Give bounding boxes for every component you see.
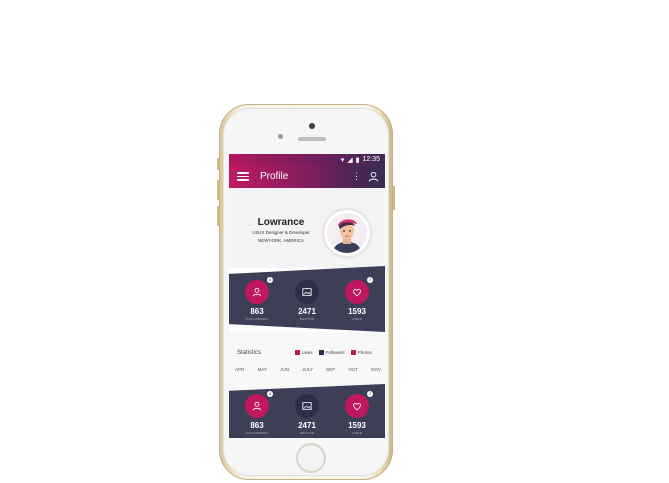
app-screen: ▾ ◢ ▮ 12:35 Profile ⋮ Lowrance UI/UX Des… bbox=[229, 154, 385, 438]
profile-name: Lowrance bbox=[257, 217, 305, 228]
legend-swatch bbox=[350, 350, 356, 355]
photos-label: PHOTOS bbox=[299, 431, 315, 435]
sensor bbox=[278, 134, 283, 139]
stat-followers[interactable]: 4 863 FOLLOWERS bbox=[237, 391, 277, 435]
stats-panel-top: 4 863 FOLLOWERS 2471 PHOTOS 7 1593 LIKES bbox=[229, 266, 385, 332]
more-vert-icon[interactable]: ⋮ bbox=[352, 171, 361, 182]
avatar-illustration bbox=[327, 213, 367, 253]
profile-header: Lowrance UI/UX Designer & Developer NEWY… bbox=[229, 188, 385, 268]
avatar[interactable] bbox=[324, 210, 370, 256]
user-icon bbox=[252, 401, 262, 411]
home-button[interactable] bbox=[296, 443, 326, 473]
likes-circle: 7 bbox=[345, 391, 373, 418]
photos-count: 2471 bbox=[298, 421, 316, 430]
followers-circle: 4 bbox=[245, 391, 273, 418]
followers-circle: 4 bbox=[245, 277, 273, 304]
profile-role: UI/UX Designer & Developer bbox=[252, 230, 310, 235]
month-label: JUN bbox=[280, 367, 289, 372]
signal-icon: ◢ bbox=[347, 156, 353, 164]
followers-count: 863 bbox=[250, 307, 264, 316]
likes-count: 1593 bbox=[348, 307, 366, 316]
month-label: APR bbox=[235, 367, 245, 372]
likes-badge: 7 bbox=[367, 391, 373, 397]
photos-circle bbox=[295, 280, 319, 304]
legend-swatch bbox=[295, 350, 300, 355]
power-button bbox=[393, 186, 395, 210]
status-time: 12:35 bbox=[362, 156, 380, 163]
likes-count: 1593 bbox=[348, 421, 366, 430]
mute-switch bbox=[217, 158, 219, 170]
heart-icon bbox=[353, 403, 361, 411]
month-axis: APR MAY JUN JULY SEP OCT NOV bbox=[235, 367, 381, 372]
legend-label: Likes bbox=[302, 350, 313, 355]
photos-label: PHOTOS bbox=[299, 317, 315, 321]
stat-photos[interactable]: 2471 PHOTOS bbox=[287, 280, 327, 321]
legend-likes[interactable]: Likes bbox=[295, 350, 313, 355]
statistics-section: Statistics Likes Followers Photos APR MA… bbox=[229, 332, 385, 392]
legend-swatch bbox=[318, 350, 324, 355]
volume-down-button bbox=[217, 206, 219, 226]
followers-badge: 4 bbox=[267, 277, 273, 283]
stat-likes[interactable]: 7 1593 LIKES bbox=[337, 277, 377, 321]
photos-circle bbox=[295, 394, 319, 418]
likes-label: LIKES bbox=[351, 431, 362, 435]
user-icon bbox=[252, 287, 262, 297]
likes-circle: 7 bbox=[345, 277, 373, 304]
followers-badge: 4 bbox=[267, 391, 273, 397]
battery-icon: ▮ bbox=[355, 156, 360, 164]
heart-icon bbox=[353, 289, 361, 297]
month-label: JULY bbox=[302, 367, 313, 372]
menu-icon[interactable] bbox=[237, 172, 249, 181]
stat-likes[interactable]: 7 1593 LIKES bbox=[337, 391, 377, 435]
legend-label: Photos bbox=[357, 350, 372, 355]
status-bar: ▾ ◢ ▮ 12:35 bbox=[229, 154, 385, 165]
month-label: OCT bbox=[348, 367, 358, 372]
image-icon bbox=[302, 402, 312, 410]
front-camera bbox=[309, 123, 315, 129]
earpiece-speaker bbox=[298, 137, 326, 141]
statistics-title: Statistics bbox=[237, 350, 262, 356]
stat-photos[interactable]: 2471 PHOTOS bbox=[287, 394, 327, 435]
month-label: NOV bbox=[371, 367, 381, 372]
legend-label: Followers bbox=[325, 350, 345, 355]
wifi-icon: ▾ bbox=[340, 156, 345, 164]
legend-followers[interactable]: Followers bbox=[318, 350, 345, 355]
followers-label: FOLLOWERS bbox=[246, 317, 268, 321]
statistics-legend: Likes Followers Photos bbox=[295, 350, 372, 355]
likes-label: LIKES bbox=[351, 317, 362, 321]
stat-followers[interactable]: 4 863 FOLLOWERS bbox=[237, 277, 277, 321]
followers-count: 863 bbox=[250, 421, 264, 430]
month-label: MAY bbox=[257, 367, 267, 372]
volume-up-button bbox=[217, 180, 219, 200]
legend-photos[interactable]: Photos bbox=[350, 350, 372, 355]
profile-location: NEWYORK, AMERICA bbox=[257, 238, 304, 243]
image-icon bbox=[302, 288, 312, 296]
user-icon[interactable] bbox=[368, 171, 379, 182]
stats-panel-bottom: 4 863 FOLLOWERS 2471 PHOTOS 7 1593 LIKES bbox=[229, 384, 385, 438]
month-label: SEP bbox=[326, 367, 336, 372]
likes-badge: 7 bbox=[367, 277, 373, 283]
page-title: Profile bbox=[260, 171, 289, 182]
followers-label: FOLLOWERS bbox=[246, 431, 268, 435]
photos-count: 2471 bbox=[298, 307, 316, 316]
app-bar: Profile ⋮ bbox=[229, 165, 385, 188]
